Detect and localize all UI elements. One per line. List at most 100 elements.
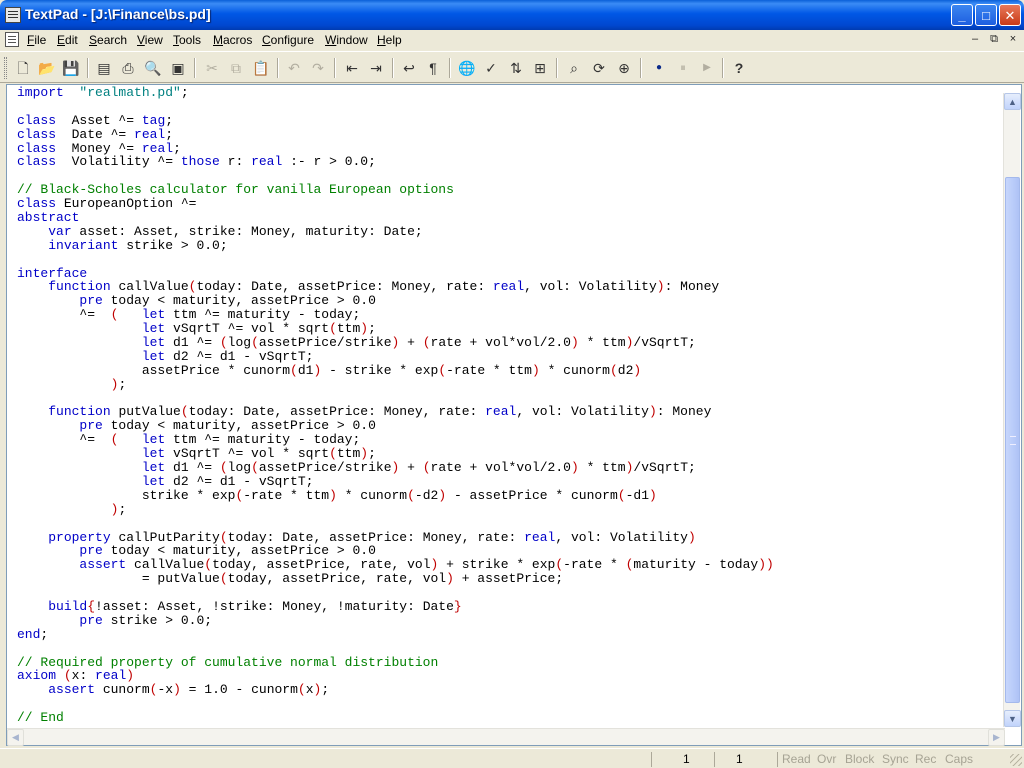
menu-configure[interactable]: Configure — [262, 33, 314, 47]
scroll-right-button[interactable]: ▶ — [988, 729, 1005, 746]
code-line[interactable]: ); — [17, 502, 774, 517]
web-icon[interactable]: 🌐 — [457, 59, 477, 77]
code-line[interactable] — [17, 100, 774, 114]
undo-icon[interactable]: ↶ — [284, 59, 304, 77]
code-line[interactable]: function putValue(today: Date, assetPric… — [17, 405, 774, 419]
code-line[interactable]: class EuropeanOption ^= — [17, 197, 774, 211]
code-line[interactable]: // Required property of cumulative norma… — [17, 655, 774, 670]
menu-help[interactable]: Help — [377, 33, 402, 47]
minimize-button[interactable]: _ — [951, 4, 973, 26]
doc-close-button[interactable]: × — [1006, 32, 1020, 47]
menu-tools[interactable]: Tools — [173, 33, 201, 47]
save-all-icon[interactable]: ▤ — [94, 59, 114, 77]
code-line[interactable]: pre today < maturity, assetPrice > 0.0 — [17, 294, 774, 308]
code-line[interactable] — [17, 586, 774, 600]
compare-icon[interactable]: ⊞ — [530, 59, 550, 77]
code-line[interactable]: abstract — [17, 211, 774, 225]
code-line[interactable] — [17, 517, 774, 531]
code-line[interactable]: class Date ^= real; — [17, 127, 774, 142]
code-line[interactable]: assetPrice * cunorm(d1) - strike * exp(-… — [17, 363, 774, 378]
print-icon[interactable]: ⎙ — [118, 59, 138, 77]
menu-macros[interactable]: Macros — [213, 33, 252, 47]
resize-grip-icon[interactable] — [1010, 754, 1022, 766]
spelling-icon[interactable]: ✓ — [481, 59, 501, 77]
title-bar[interactable]: TextPad - [J:\Finance\bs.pd] _ □ ✕ — [0, 0, 1024, 30]
redo-icon[interactable]: ↷ — [308, 59, 328, 77]
code-line[interactable]: let d2 ^= d1 - vSqrtT; — [17, 349, 774, 364]
code-line[interactable]: class Money ^= real; — [17, 141, 774, 156]
scroll-down-button[interactable]: ▼ — [1004, 710, 1021, 727]
code-line[interactable]: let d1 ^= (log(assetPrice/strike) + (rat… — [17, 461, 774, 475]
menu-file[interactable]: File — [27, 33, 46, 47]
increase-indent-icon[interactable]: ⇥ — [366, 59, 386, 77]
manage-files-icon[interactable]: ▣ — [168, 59, 188, 77]
play-macro-icon[interactable]: ▶ — [697, 59, 717, 77]
record-macro-icon[interactable]: ● — [649, 59, 669, 77]
code-line[interactable]: interface — [17, 266, 774, 281]
code-line[interactable]: ^= ( let ttm ^= maturity - today; — [17, 308, 774, 322]
code-line[interactable]: pre strike > 0.0; — [17, 613, 774, 628]
decrease-indent-icon[interactable]: ⇤ — [342, 59, 362, 77]
code-line[interactable]: build{!asset: Asset, !strike: Money, !ma… — [17, 600, 774, 614]
doc-restore-button[interactable]: ⧉ — [987, 32, 1001, 47]
code-line[interactable]: = putValue(today, assetPrice, rate, vol)… — [17, 572, 774, 586]
find-in-files-icon[interactable]: ⊕ — [614, 59, 634, 77]
code-line[interactable]: ); — [17, 377, 774, 392]
word-wrap-icon[interactable]: ↩ — [399, 59, 419, 77]
context-help-icon[interactable]: ? — [729, 59, 749, 77]
code-line[interactable]: let vSqrtT ^= vol * sqrt(ttm); — [17, 322, 774, 336]
code-line[interactable]: pre today < maturity, assetPrice > 0.0 — [17, 419, 774, 433]
close-button[interactable]: ✕ — [999, 4, 1021, 26]
code-line[interactable]: invariant strike > 0.0; — [17, 238, 774, 253]
sort-icon[interactable]: ⇅ — [506, 59, 526, 77]
horizontal-scrollbar[interactable]: ◀ ▶ — [7, 728, 1005, 746]
code-line[interactable] — [17, 642, 774, 656]
code-text-area[interactable]: import "realmath.pd"; class Asset ^= tag;… — [17, 86, 774, 725]
code-line[interactable]: let d1 ^= (log(assetPrice/strike) + (rat… — [17, 336, 774, 350]
find-icon[interactable]: ⌕ — [564, 59, 584, 77]
code-line[interactable]: import "realmath.pd"; — [17, 86, 774, 100]
code-line[interactable] — [17, 253, 774, 267]
paste-icon[interactable]: 📋 — [251, 59, 271, 77]
code-line[interactable]: strike * exp(-rate * ttm) * cunorm(-d2) … — [17, 488, 774, 503]
code-line[interactable]: function callValue(today: Date, assetPri… — [17, 280, 774, 294]
show-paragraph-icon[interactable]: ¶ — [423, 59, 443, 77]
code-line[interactable] — [17, 697, 774, 711]
code-line[interactable]: let vSqrtT ^= vol * sqrt(ttm); — [17, 447, 774, 461]
code-line[interactable]: end; — [17, 627, 774, 642]
code-line[interactable]: ^= ( let ttm ^= maturity - today; — [17, 433, 774, 447]
save-icon[interactable]: 💾 — [61, 59, 81, 77]
code-line[interactable]: // Black-Scholes calculator for vanilla … — [17, 183, 774, 197]
code-line[interactable]: var asset: Asset, strike: Money, maturit… — [17, 224, 774, 239]
copy-icon[interactable]: ⧉ — [226, 59, 246, 77]
pause-macro-icon[interactable]: ⏸ — [673, 59, 693, 77]
document-icon[interactable] — [5, 32, 19, 47]
doc-minimize-button[interactable]: – — [968, 32, 982, 47]
code-line[interactable]: assert callValue(today, assetPrice, rate… — [17, 558, 773, 572]
menu-view[interactable]: View — [137, 33, 163, 47]
menu-search[interactable]: Search — [89, 33, 127, 47]
menu-window[interactable]: Window — [325, 33, 368, 47]
code-line[interactable]: axiom (x: real) — [17, 669, 774, 683]
print-preview-icon[interactable]: 🔍 — [143, 59, 163, 77]
code-line[interactable]: property callPutParity(today: Date, asse… — [17, 530, 774, 545]
scroll-left-button[interactable]: ◀ — [7, 729, 24, 746]
code-line[interactable]: class Asset ^= tag; — [17, 113, 774, 128]
code-line[interactable]: // End — [17, 711, 774, 725]
code-line[interactable] — [17, 392, 774, 406]
code-line[interactable] — [17, 169, 774, 183]
menu-edit[interactable]: Edit — [57, 33, 78, 47]
cut-icon[interactable]: ✂ — [202, 59, 222, 77]
open-folder-icon[interactable]: 📂 — [37, 59, 57, 77]
scroll-up-button[interactable]: ▲ — [1004, 93, 1021, 110]
find-next-icon[interactable]: ⟳ — [589, 59, 609, 77]
textpad-app-icon[interactable] — [5, 7, 21, 23]
vertical-scroll-thumb[interactable] — [1005, 177, 1020, 703]
toolbar-grip[interactable] — [4, 57, 7, 79]
code-line[interactable]: assert cunorm(-x) = 1.0 - cunorm(x); — [17, 683, 774, 697]
new-file-icon[interactable]: 🗋 — [13, 59, 33, 77]
editor-pane[interactable]: import "realmath.pd"; class Asset ^= tag;… — [6, 84, 1022, 746]
code-line[interactable]: pre today < maturity, assetPrice > 0.0 — [17, 544, 774, 558]
maximize-button[interactable]: □ — [975, 4, 997, 26]
vertical-scrollbar[interactable]: ▲ ▼ — [1003, 93, 1021, 727]
